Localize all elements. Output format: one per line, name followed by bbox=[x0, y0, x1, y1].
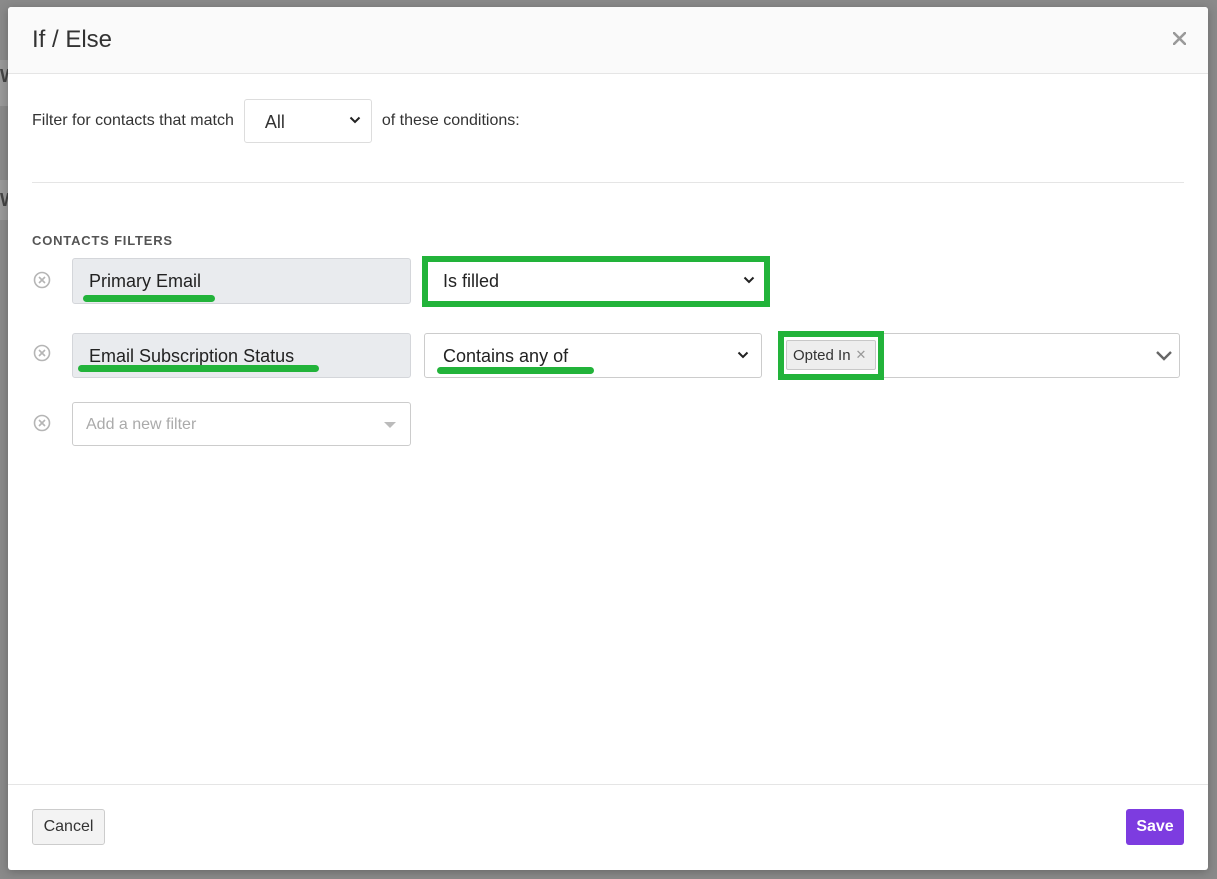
cancel-button[interactable]: Cancel bbox=[32, 809, 105, 845]
filter-field-primary-email[interactable]: Primary Email bbox=[72, 258, 411, 304]
close-icon bbox=[1172, 31, 1186, 45]
operator-select-contains-any-of[interactable]: Contains any of bbox=[424, 333, 762, 378]
save-button[interactable]: Save bbox=[1126, 809, 1184, 845]
filter-field-label: Email Subscription Status bbox=[89, 346, 295, 366]
match-prefix-text: Filter for contacts that match bbox=[32, 112, 234, 129]
chevron-down-icon bbox=[743, 276, 755, 284]
caret-down-icon bbox=[384, 422, 396, 428]
section-label: CONTACTS FILTERS bbox=[32, 233, 173, 248]
chevron-down-icon bbox=[1156, 351, 1172, 361]
operator-value: Is filled bbox=[443, 271, 500, 291]
filter-field-email-subscription-status[interactable]: Email Subscription Status bbox=[72, 333, 411, 378]
remove-filter-icon[interactable] bbox=[33, 271, 51, 289]
remove-filter-icon[interactable] bbox=[33, 344, 51, 362]
value-tag-label: Opted In bbox=[793, 346, 851, 364]
chevron-down-icon bbox=[349, 116, 361, 124]
if-else-dialog: If / Else Filter for contacts that match… bbox=[8, 7, 1208, 870]
match-suffix-text: of these conditions: bbox=[381, 112, 520, 129]
operator-value: Contains any of bbox=[443, 346, 569, 366]
backdrop-fragment: W bbox=[0, 180, 17, 220]
footer-divider bbox=[8, 784, 1208, 785]
backdrop-fragment: W bbox=[0, 60, 17, 106]
dialog-header: If / Else bbox=[8, 7, 1208, 74]
match-mode-value: All bbox=[264, 112, 285, 132]
filter-field-label: Primary Email bbox=[89, 271, 202, 291]
chevron-down-icon bbox=[737, 351, 749, 359]
match-mode-select[interactable]: All bbox=[243, 99, 372, 143]
add-filter-placeholder: Add a new filter bbox=[86, 416, 197, 433]
dialog-title: If / Else bbox=[32, 26, 113, 53]
close-button[interactable] bbox=[1170, 29, 1188, 47]
match-row: Filter for contacts that match All of th… bbox=[32, 98, 520, 144]
divider bbox=[32, 182, 1184, 183]
value-tag: Opted In ✕ bbox=[786, 340, 876, 370]
remove-tag-icon[interactable]: ✕ bbox=[856, 347, 867, 363]
remove-filter-icon[interactable] bbox=[33, 414, 51, 432]
add-filter-select[interactable]: Add a new filter bbox=[72, 402, 411, 446]
operator-select-is-filled[interactable]: Is filled bbox=[424, 258, 768, 304]
